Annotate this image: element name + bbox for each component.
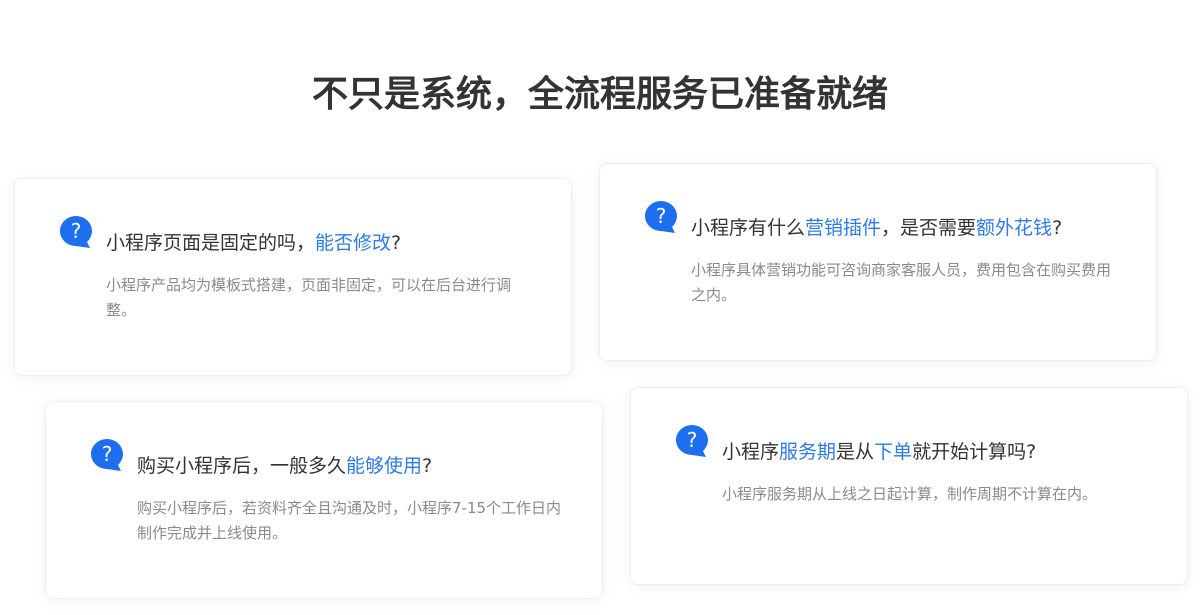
question-text: 小程序 (722, 441, 780, 463)
faq-question: 小程序页面是固定的吗，能否修改? (106, 229, 546, 257)
faq-card: ? 购买小程序后，一般多久能够使用? 购买小程序后，若资料齐全且沟通及时，小程序… (45, 401, 603, 599)
question-text: 小程序有什么 (691, 217, 806, 239)
svg-text:?: ? (102, 442, 113, 466)
question-text: ? (1052, 217, 1063, 239)
faq-question: 小程序服务期是从下单就开始计算吗? (722, 438, 1162, 466)
faq-answer: 购买小程序后，若资料齐全且沟通及时，小程序7-15个工作日内制作完成并上线使用。 (137, 499, 562, 542)
svg-text:?: ? (71, 219, 82, 243)
question-highlight: 额外花钱 (976, 217, 1053, 239)
question-highlight: 营销插件 (805, 217, 882, 239)
faq-answer: 小程序具体营销功能可咨询商家客服人员，费用包含在购买费用之内。 (691, 261, 1112, 304)
svg-text:?: ? (656, 204, 667, 228)
question-text: 是从 (836, 441, 875, 463)
faq-answer: 小程序产品均为模板式搭建，页面非固定，可以在后台进行调整。 (106, 276, 512, 319)
question-text: ? (391, 232, 402, 254)
faq-question: 购买小程序后，一般多久能够使用? (137, 452, 577, 480)
question-text: 小程序页面是固定的吗， (106, 232, 316, 254)
faq-card: ? 小程序页面是固定的吗，能否修改? 小程序产品均为模板式搭建，页面非固定，可以… (14, 178, 572, 376)
question-text: 就开始计算吗? (912, 441, 1037, 463)
question-bubble-icon: ? (675, 424, 709, 458)
question-bubble-icon: ? (90, 438, 124, 472)
question-bubble-icon: ? (59, 215, 93, 249)
question-highlight: 能否修改 (315, 232, 392, 254)
question-highlight: 下单 (874, 441, 913, 463)
faq-card: ? 小程序服务期是从下单就开始计算吗? 小程序服务期从上线之日起计算，制作周期不… (630, 387, 1188, 585)
faq-question: 小程序有什么营销插件，是否需要额外花钱? (691, 214, 1131, 242)
question-bubble-icon: ? (644, 200, 678, 234)
question-text: ? (422, 455, 433, 477)
question-highlight: 服务期 (779, 441, 837, 463)
page-title: 不只是系统，全流程服务已准备就绪 (311, 74, 888, 115)
svg-text:?: ? (687, 428, 698, 452)
question-highlight: 能够使用 (346, 455, 423, 477)
faq-answer: 小程序服务期从上线之日起计算，制作周期不计算在内。 (722, 485, 1098, 503)
faq-card: ? 小程序有什么营销插件，是否需要额外花钱? 小程序具体营销功能可咨询商家客服人… (599, 163, 1157, 361)
question-text: 购买小程序后，一般多久 (137, 455, 347, 477)
question-text: ，是否需要 (881, 217, 977, 239)
